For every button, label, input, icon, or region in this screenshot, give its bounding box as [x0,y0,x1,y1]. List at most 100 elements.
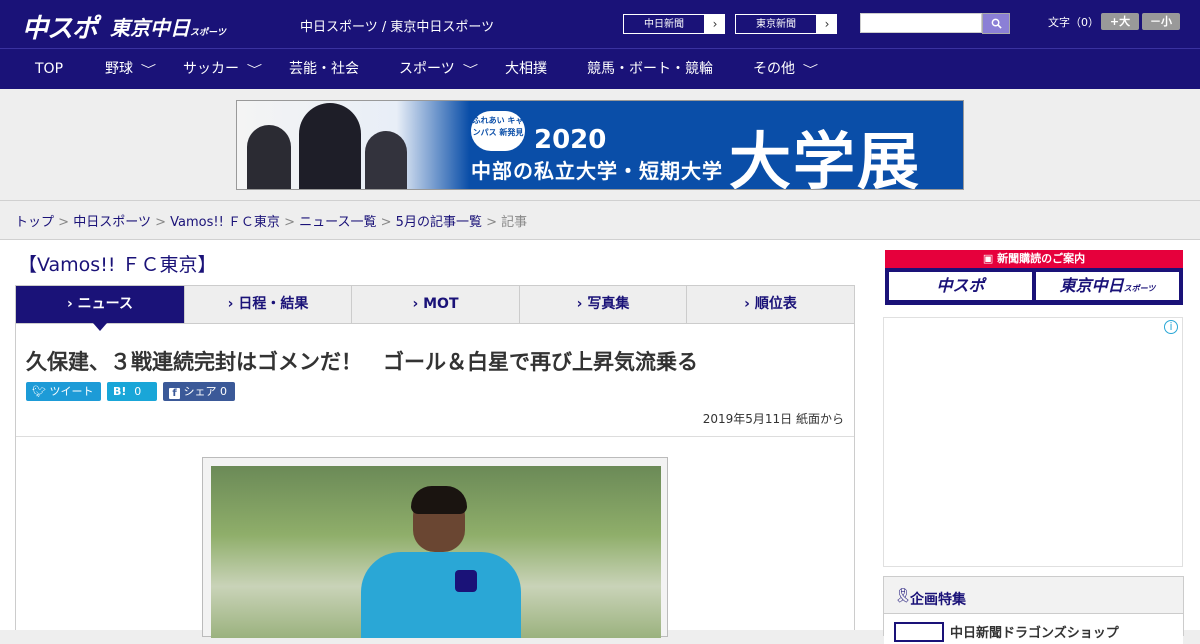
font-size-label: 文字（0） [1048,16,1099,29]
section-tabs: › ニュース › 日程・結果 › MOT › 写真集 › 順位表 [15,285,855,331]
section-title: 【Vamos!! ＦＣ東京】 [18,254,217,276]
banner-person-image [247,125,291,189]
nav-item-other[interactable]: その他 ﹀ [753,49,819,90]
sidebar-ad[interactable]: i [883,317,1183,567]
paper-link-label: 東京新聞 [735,14,817,34]
breadcrumb-news-list[interactable]: ニュース一覧 [299,215,376,230]
hatena-count: 0 [134,385,142,398]
subscription-logo-small: スポーツ [1123,284,1156,293]
subscription-tokyo-chunichi-logo[interactable]: 東京中日スポーツ [1036,272,1179,300]
feature-item[interactable]: 中日新聞ドラゴンズショップ [884,613,1183,644]
nav-label: TOP [35,61,64,77]
nav-label: スポーツ [399,61,455,77]
search-button[interactable] [982,13,1010,34]
chevron-right-icon: › [67,296,73,312]
chunichi-shimbun-link[interactable]: 中日新聞 › [622,13,726,35]
facebook-label: シェア [183,385,217,398]
feature-title: 企画特集 [910,592,966,608]
tab-label: 順位表 [754,296,797,312]
chuspo-logo[interactable]: 中スポ [22,8,98,45]
subscription-chuspo-logo[interactable]: 中スポ [889,272,1032,300]
main-content: 【Vamos!! ＦＣ東京】 › ニュース › 日程・結果 › MOT › 写真… [0,240,1200,644]
nav-item-baseball[interactable]: 野球 ﹀ [105,49,157,90]
breadcrumb-separator: > [58,215,70,230]
breadcrumb-may-articles[interactable]: 5月の記事一覧 [396,215,482,230]
tab-schedule[interactable]: › 日程・結果 [185,286,352,323]
search-input[interactable] [860,13,982,33]
article: 久保建、３戦連続完封はゴメンだ！ ゴール＆白星で再び上昇気流乗る 🐦︎ ツイート… [15,324,855,638]
chevron-right-icon: › [817,14,837,34]
tab-mot[interactable]: › MOT [352,286,520,323]
font-size-increase-button[interactable]: +大 [1101,13,1139,30]
facebook-icon: f [169,388,180,399]
nav-item-soccer[interactable]: サッカー ﹀ [183,49,263,90]
tab-standings[interactable]: › 順位表 [687,286,854,323]
tab-label: ニュース [77,296,133,312]
player-hair-image [411,486,467,514]
tokyo-chunichi-logo[interactable]: 東京中日スポーツ [110,12,226,41]
nav-item-sports[interactable]: スポーツ ﹀ [399,49,478,90]
chevron-right-icon: › [412,296,419,312]
tweet-label: ツイート [49,385,94,398]
twitter-icon: 🐦︎ [32,385,46,398]
article-date: 2019年5月11日 紙面から [702,412,844,426]
chevron-down-icon: ﹀ [246,63,263,76]
nav-label: サッカー [183,61,239,77]
info-icon[interactable]: i [1164,320,1178,334]
banner-person-image [299,103,361,189]
breadcrumb-separator: > [380,215,392,230]
university-fair-banner[interactable]: ふれあい キャンパス 新発見 2020 中部の私立大学・短期大学 大学展 [236,100,964,190]
facebook-share-button[interactable]: f シェア 0 [163,382,235,401]
facebook-count: 0 [220,385,227,398]
feature-thumbnail [894,622,944,642]
chevron-down-icon: ﹀ [140,63,157,76]
breadcrumb-separator: > [284,215,295,230]
font-size-decrease-button[interactable]: －小 [1142,13,1180,30]
hatena-icon: B! [113,385,127,398]
article-photo[interactable] [211,466,661,638]
logo-secondary-text: 東京中日 [110,16,190,40]
nav-item-top[interactable]: TOP [35,49,63,90]
paper-link-label: 中日新聞 [623,14,705,34]
main-nav: TOP 野球 ﹀ サッカー ﹀ 芸能・社会 スポーツ ﹀ 大相撲 競馬・ボート・競輪 … [0,48,1200,89]
chevron-down-icon: ﹀ [462,63,478,76]
tab-label: 写真集 [587,296,630,312]
chevron-right-icon: › [227,296,234,312]
tweet-button[interactable]: 🐦︎ ツイート [26,382,101,401]
breadcrumb-top[interactable]: トップ [15,215,54,230]
nav-label: その他 [753,61,795,77]
tab-label: MOT [423,296,459,312]
banner-title: 大学展 [729,125,922,190]
site-names: 中日スポーツ / 東京中日スポーツ [300,20,495,35]
newspaper-icon: ▣ [982,252,994,265]
subscription-heading-label: 新聞購読のご案内 [997,252,1086,265]
chevron-right-icon: › [576,296,583,312]
nav-label: 大相撲 [505,61,547,77]
tab-news[interactable]: › ニュース [16,286,185,331]
search-icon [991,18,1002,29]
hatena-bookmark-button[interactable]: B! 0 [107,382,157,401]
subscription-logo-text: 東京中日 [1059,276,1124,295]
banner-subtitle: 中部の私立大学・短期大学 [471,159,723,183]
tab-label: 日程・結果 [238,296,309,312]
tokyo-shimbun-link[interactable]: 東京新聞 › [734,13,838,35]
subscription-box[interactable]: ▣ 新聞購読のご案内 中スポ 東京中日スポーツ [885,250,1183,305]
article-headline: 久保建、３戦連続完封はゴメンだ！ ゴール＆白星で再び上昇気流乗る [26,350,698,374]
nav-item-racing[interactable]: 競馬・ボート・競輪 [587,49,713,90]
divider [16,436,854,437]
breadcrumb-vamos[interactable]: Vamos!! ＦＣ東京 [170,215,280,230]
logo-secondary-small: スポーツ [190,28,226,38]
subscription-heading: ▣ 新聞購読のご案内 [885,250,1183,268]
breadcrumb-chunichi-sports[interactable]: 中日スポーツ [73,215,151,230]
feature-section: 🎗︎ 企画特集 中日新聞ドラゴンズショップ [883,576,1184,644]
chevron-down-icon: ﹀ [802,63,819,76]
banner-person-image [365,131,407,189]
article-photo-frame [202,457,668,638]
tab-photos[interactable]: › 写真集 [520,286,687,323]
nav-item-entertainment[interactable]: 芸能・社会 [289,49,359,90]
breadcrumb-separator: > [486,215,497,230]
banner-year: 2020 [534,125,607,155]
top-header: 中スポ 東京中日スポーツ 中日スポーツ / 東京中日スポーツ 中日新聞 › 東京… [0,0,1200,48]
nav-item-sumo[interactable]: 大相撲 [505,49,547,90]
club-emblem-image [455,570,477,592]
